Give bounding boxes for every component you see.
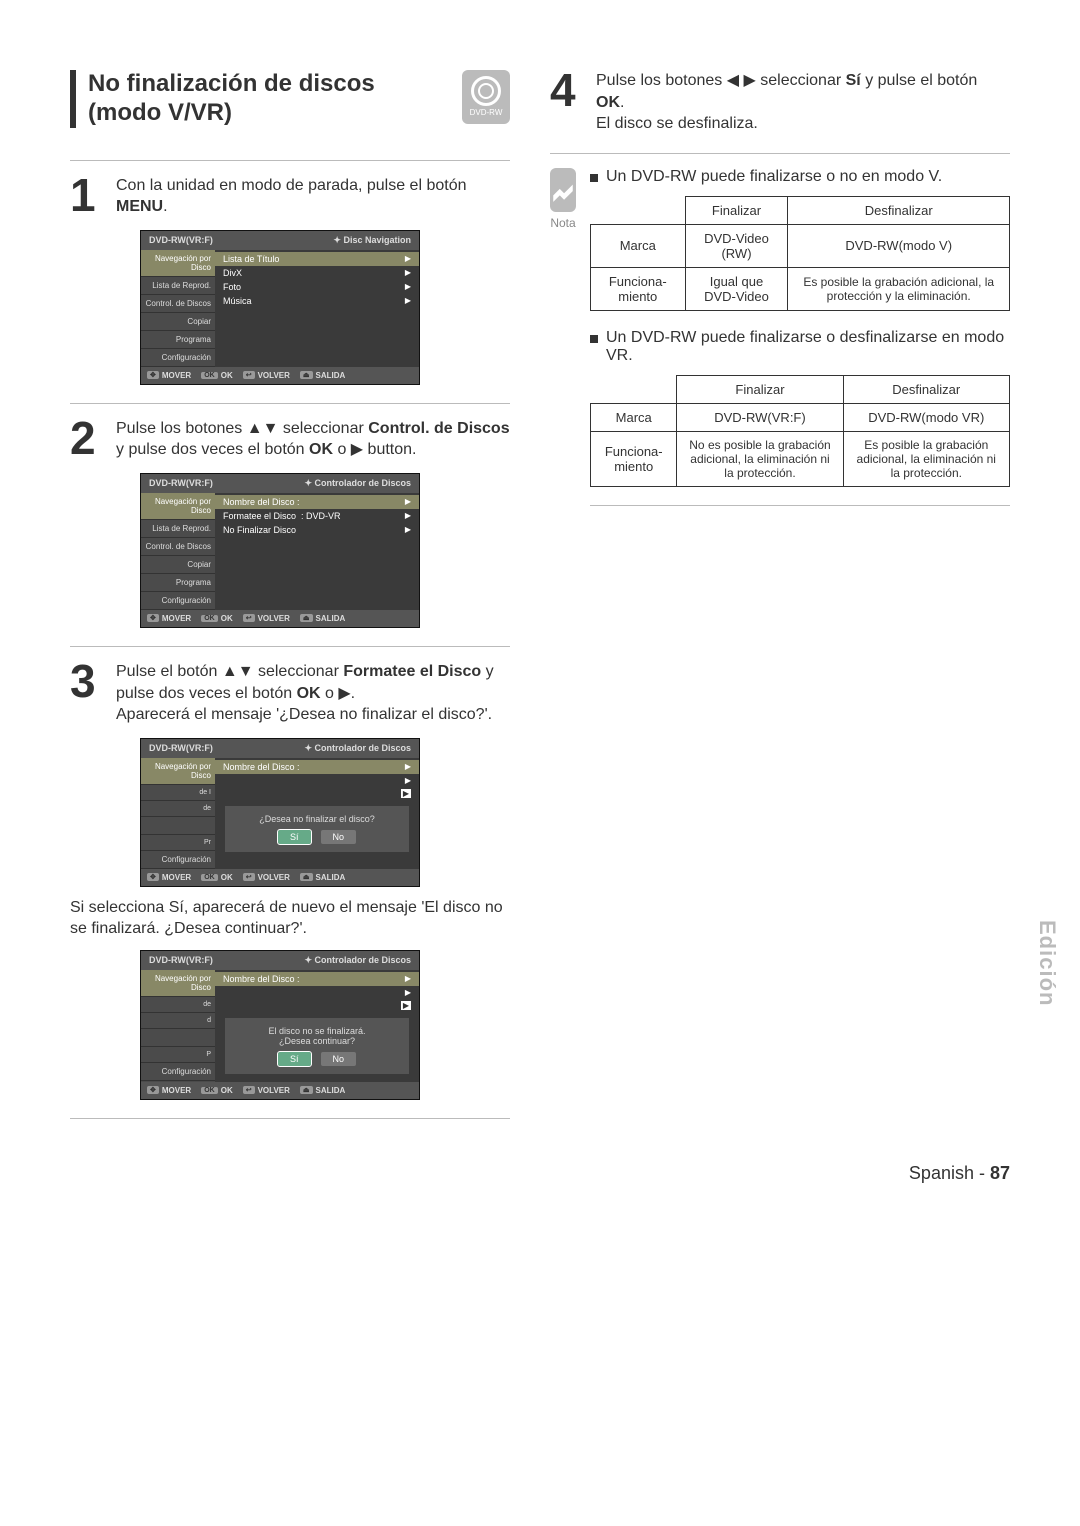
disc-icon-label: DVD-RW xyxy=(470,108,503,117)
table-cell: DVD-RW(modo VR) xyxy=(843,403,1009,431)
dialog-no-button[interactable]: No xyxy=(321,1052,357,1066)
osd-head-right: Disc Navigation xyxy=(343,235,411,245)
section-title: No finalización de discos (modo V/VR) xyxy=(70,70,510,128)
note-block: Nota Un DVD-RW puede finalizarse o no en… xyxy=(550,168,1010,520)
note-bullet-1: Un DVD-RW puede finalizarse o no en modo… xyxy=(606,168,942,186)
step-number: 1 xyxy=(70,175,104,218)
osd-footer: ✥MOVER OKOK ↩VOLVER ⏏SALIDA xyxy=(141,367,419,384)
osd-dialog: ¿Desea no finalizar el disco? Sí No xyxy=(225,806,409,852)
table-cell: DVD-RW(VR:F) xyxy=(677,403,843,431)
dialog-yes-button[interactable]: Sí xyxy=(278,1052,311,1066)
table-header: Finalizar xyxy=(677,375,843,403)
note-bullet-2: Un DVD-RW puede finalizarse o desfinaliz… xyxy=(606,329,1010,365)
osd-dialog: El disco no se finalizará. ¿Desea contin… xyxy=(225,1018,409,1074)
table-header: Desfinalizar xyxy=(788,196,1010,224)
step-2: 2 Pulse los botones ▲▼ seleccionar Contr… xyxy=(70,418,510,461)
table-header: Desfinalizar xyxy=(843,375,1009,403)
osd-panel-3: DVD-RW(VR:F) ✦ Controlador de Discos Nav… xyxy=(140,738,420,887)
table-row-label: Marca xyxy=(591,224,686,267)
step-number: 4 xyxy=(550,70,584,135)
note-icon xyxy=(550,168,576,212)
section-title-line2: (modo V/VR) xyxy=(88,99,232,126)
table-row-label: Funciona-miento xyxy=(591,431,677,486)
osd-panel-4: DVD-RW(VR:F) ✦ Controlador de Discos Nav… xyxy=(140,950,420,1100)
table-header: Finalizar xyxy=(685,196,788,224)
side-tab-label: Edición xyxy=(1034,920,1060,1006)
table-cell: No es posible la grabación adicional, la… xyxy=(677,431,843,486)
table-cell: Es posible la grabación adicional, la pr… xyxy=(788,267,1010,310)
table-cell: Igual que DVD-Video xyxy=(685,267,788,310)
table-mode-vr: Finalizar Desfinalizar Marca DVD-RW(VR:F… xyxy=(590,375,1010,487)
osd-title: DVD-RW(VR:F) xyxy=(149,235,213,246)
table-mode-v: Finalizar Desfinalizar Marca DVD-Video (… xyxy=(590,196,1010,311)
table-cell: DVD-Video (RW) xyxy=(685,224,788,267)
step-bold: MENU xyxy=(116,198,163,215)
step-1: 1 Con la unidad en modo de parada, pulse… xyxy=(70,175,510,218)
step-3: 3 Pulse el botón ▲▼ seleccionar Formatee… xyxy=(70,661,510,726)
osd-sidebar: Navegación por Disco Lista de Reprod. Co… xyxy=(141,250,215,367)
osd-panel-1: DVD-RW(VR:F) ✦ Disc Navigation Navegació… xyxy=(140,230,420,385)
osd-panel-2: DVD-RW(VR:F) ✦ Controlador de Discos Nav… xyxy=(140,473,420,628)
table-row-label: Marca xyxy=(591,403,677,431)
note-label: Nota xyxy=(550,216,576,230)
step-number: 3 xyxy=(70,661,104,726)
step-3-follow-text: Si selecciona Sí, aparecerá de nuevo el … xyxy=(70,897,510,940)
table-row-label: Funciona-miento xyxy=(591,267,686,310)
table-cell: DVD-RW(modo V) xyxy=(788,224,1010,267)
step-4: 4 Pulse los botones ◀ ▶ seleccionar Sí y… xyxy=(550,70,1010,135)
page-footer: Spanish - 87 xyxy=(70,1163,1010,1184)
table-cell: Es posible la grabación adicional, la el… xyxy=(843,431,1009,486)
dialog-no-button[interactable]: No xyxy=(321,830,357,844)
step-text: Con la unidad en modo de parada, pulse e… xyxy=(116,177,466,194)
step-number: 2 xyxy=(70,418,104,461)
section-title-line1: No finalización de discos xyxy=(88,70,375,97)
dvd-rw-icon: DVD-RW xyxy=(462,70,510,124)
dialog-yes-button[interactable]: Sí xyxy=(278,830,311,844)
